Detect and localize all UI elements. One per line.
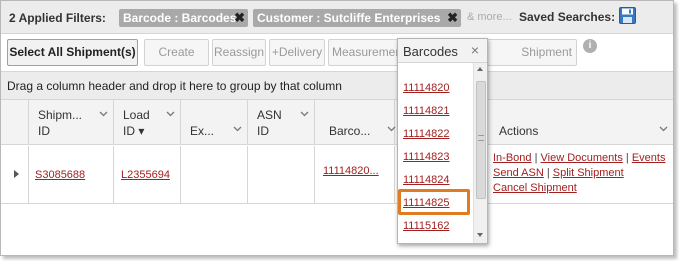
column-header-label: Shipm... — [38, 108, 83, 122]
grid-header: Shipm... ID Load ID ▾ Ex... ASN ID Barco… — [1, 100, 673, 145]
barcodes-dropdown: Barcodes × 11114820 11114821 11114822 11… — [397, 38, 488, 244]
close-icon[interactable]: × — [471, 42, 479, 58]
chevron-down-icon[interactable] — [99, 109, 108, 118]
more-filters-link[interactable]: & more... — [467, 11, 512, 23]
expand-arrow-icon[interactable] — [14, 170, 19, 178]
close-icon[interactable]: ✖ — [447, 9, 458, 27]
floppy-disk-icon[interactable] — [619, 7, 636, 24]
cell-shipment-id: S3085688 — [29, 146, 114, 204]
column-header-actions[interactable]: Actions — [487, 100, 673, 145]
barcode-list-item[interactable]: 11114822 — [403, 128, 450, 140]
column-header-label: ID — [38, 124, 50, 138]
create-bol-button[interactable]: Create BOL — [144, 39, 209, 84]
filter-chip-customer[interactable]: Customer : Sutcliffe Enterprises ✖ — [253, 9, 461, 27]
send-asn-link[interactable]: Send ASN — [493, 167, 544, 179]
row-expand-cell[interactable] — [1, 146, 29, 204]
info-icon[interactable]: i — [583, 39, 597, 53]
barcode-link[interactable]: 11114820... — [323, 165, 379, 177]
column-header-label: Barco... — [329, 124, 371, 138]
group-by-hint: Drag a column header and drop it here to… — [7, 79, 342, 93]
group-by-drop-zone[interactable]: Drag a column header and drop it here to… — [1, 71, 673, 100]
filter-chip-label: Customer : Sutcliffe Enterprises — [257, 11, 441, 25]
chevron-down-icon[interactable] — [233, 124, 242, 133]
grip-icon — [478, 135, 484, 141]
dropdown-header: Barcodes × — [398, 39, 487, 63]
saved-searches-label: Saved Searches: — [519, 10, 616, 24]
measurement-button[interactable]: Measurement — [328, 39, 408, 66]
column-header-label: Load — [123, 108, 150, 122]
split-shipment-link[interactable]: Split Shipment — [553, 167, 624, 179]
cell-ex — [181, 146, 248, 204]
barcode-list-item[interactable]: 11115162 — [403, 220, 450, 232]
events-link[interactable]: Events — [632, 152, 666, 164]
barcode-list-item[interactable]: 11114824 — [403, 174, 450, 186]
view-documents-link[interactable]: View Documents — [541, 152, 623, 164]
barcode-list-item[interactable]: 11114823 — [403, 151, 450, 163]
toolbar: Select All Shipment(s) Create BOL Reassi… — [1, 35, 673, 84]
filter-chip-barcode[interactable]: Barcode : Barcodes ✖ — [119, 9, 248, 27]
cell-actions: In-Bond | View Documents | Events Send A… — [487, 146, 673, 204]
column-header-label: Actions — [499, 124, 539, 138]
grid-empty-area — [1, 205, 673, 255]
in-bond-link[interactable]: In-Bond — [493, 152, 532, 164]
separator: | — [546, 167, 550, 179]
column-header-asn-id[interactable]: ASN ID — [248, 100, 315, 145]
column-header-label: ID — [257, 124, 269, 138]
barcode-list: 11114820 11114821 11114822 11114823 1111… — [398, 63, 473, 243]
barcode-list-item[interactable]: 11114821 — [403, 105, 450, 117]
column-header-expand — [1, 100, 29, 145]
shipment-location-button[interactable]: Shipment Location — [475, 39, 577, 66]
add-delivery-button[interactable]: +Delivery — [269, 39, 325, 66]
column-header-barcode[interactable]: Barco... — [315, 100, 396, 145]
table-row: S3085688 L2355694 11114820... In-Bond | … — [1, 146, 673, 204]
column-header-shipment-id[interactable]: Shipm... ID — [29, 100, 114, 145]
column-header-label: ID ▾ — [123, 124, 145, 138]
barcode-list-item-selected[interactable]: 11114825 — [403, 197, 450, 209]
column-header-ex[interactable]: Ex... — [181, 100, 248, 145]
dropdown-title: Barcodes — [403, 44, 458, 59]
barcode-list-item[interactable]: 11114820 — [403, 82, 450, 94]
reassign-button[interactable]: Reassign — [212, 39, 266, 66]
chevron-down-icon[interactable] — [300, 109, 309, 118]
filter-chip-label: Barcode : Barcodes — [123, 11, 237, 25]
cancel-shipment-link[interactable]: Cancel Shipment — [493, 182, 577, 194]
scroll-down-arrow-icon[interactable] — [477, 233, 483, 237]
chevron-down-icon[interactable] — [659, 124, 668, 133]
cell-barcode: 11114820... — [315, 146, 395, 204]
column-header-load-id[interactable]: Load ID ▾ — [114, 100, 181, 145]
close-icon[interactable]: ✖ — [234, 9, 245, 27]
shipment-id-link[interactable]: S3085688 — [35, 169, 85, 181]
column-header-label: Ex... — [190, 124, 215, 138]
actions-links: In-Bond | View Documents | Events Send A… — [493, 151, 669, 196]
scrollbar-thumb[interactable] — [476, 81, 486, 199]
cell-asn-id — [248, 146, 315, 204]
dropdown-scrollbar[interactable] — [473, 63, 487, 243]
filter-bar: 2 Applied Filters: Barcode : Barcodes ✖ … — [1, 1, 673, 34]
separator: | — [534, 152, 538, 164]
column-header-label: ASN — [257, 108, 282, 122]
shipments-grid-window: 2 Applied Filters: Barcode : Barcodes ✖ … — [0, 0, 674, 256]
load-id-link[interactable]: L2355694 — [121, 169, 170, 181]
chevron-down-icon[interactable] — [166, 109, 175, 118]
cell-load-id: L2355694 — [114, 146, 181, 204]
scroll-up-arrow-icon[interactable] — [477, 67, 483, 71]
separator: | — [625, 152, 629, 164]
select-all-shipments-button[interactable]: Select All Shipment(s) — [7, 39, 138, 66]
applied-filters-label: 2 Applied Filters: — [9, 11, 106, 25]
